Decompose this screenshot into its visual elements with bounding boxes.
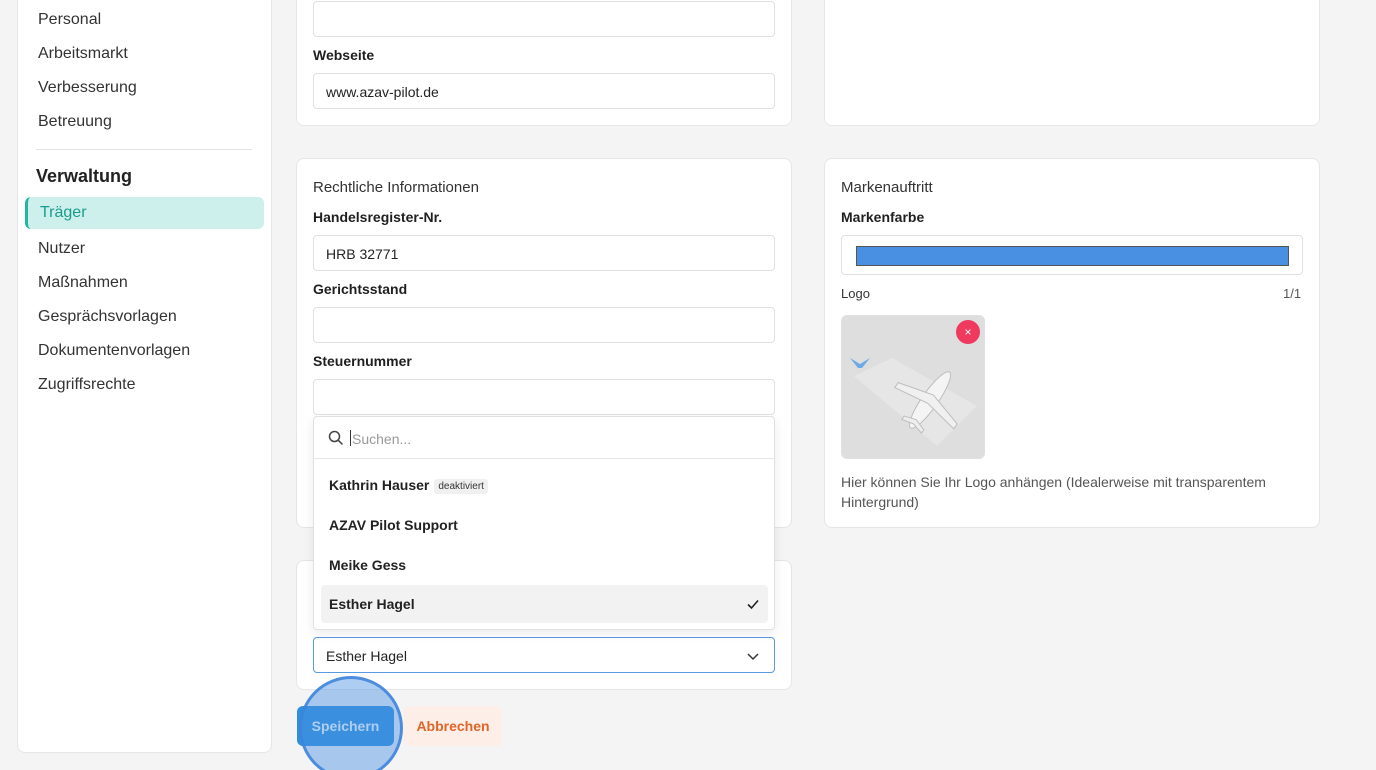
register-input[interactable]: HRB 32771 bbox=[313, 235, 775, 271]
sidebar-item-traeger[interactable]: Träger bbox=[25, 197, 264, 229]
dropdown-option[interactable]: Kathrin Hauser deaktiviert bbox=[321, 466, 768, 504]
logo-hint: Hier können Sie Ihr Logo anhängen (Ideal… bbox=[841, 474, 1266, 510]
logo-count: 1/1 bbox=[1283, 286, 1302, 301]
register-label: Handelsregister-Nr. bbox=[313, 209, 443, 225]
right-top-card bbox=[824, 0, 1320, 126]
brand-color-label: Markenfarbe bbox=[841, 209, 925, 225]
dropdown-search[interactable]: Suchen... bbox=[314, 417, 774, 459]
tax-label: Steuernummer bbox=[313, 353, 412, 369]
logo-label: Logo bbox=[841, 286, 870, 301]
sidebar-item-gespraechsvorlagen[interactable]: Gesprächsvorlagen bbox=[38, 308, 177, 326]
contact-person-select[interactable]: Esther Hagel bbox=[313, 637, 775, 673]
sidebar-item-label: Träger bbox=[40, 204, 87, 221]
select-value: Esther Hagel bbox=[326, 648, 407, 664]
search-placeholder: Suchen... bbox=[352, 431, 412, 447]
brand-title: Markenauftritt bbox=[841, 179, 933, 196]
sidebar-item-arbeitsmarkt[interactable]: Arbeitsmarkt bbox=[38, 45, 128, 63]
option-name: Kathrin Hauser bbox=[329, 477, 430, 493]
sidebar-item-personal[interactable]: Personal bbox=[38, 11, 101, 29]
check-icon bbox=[747, 599, 759, 610]
option-name: AZAV Pilot Support bbox=[329, 517, 458, 533]
text-cursor bbox=[350, 430, 351, 446]
option-name: Meike Gess bbox=[329, 557, 407, 573]
status-badge: deaktiviert bbox=[434, 479, 488, 494]
logo-remove-button[interactable]: × bbox=[956, 320, 980, 344]
option-name: Esther Hagel bbox=[329, 596, 415, 612]
chevron-down-icon bbox=[747, 653, 759, 661]
save-button[interactable]: Speichern bbox=[297, 706, 394, 746]
court-input[interactable] bbox=[313, 307, 775, 343]
contact-field-previous[interactable] bbox=[313, 1, 775, 37]
tax-input[interactable] bbox=[313, 379, 775, 415]
court-label: Gerichtsstand bbox=[313, 281, 408, 297]
legal-info-title: Rechtliche Informationen bbox=[313, 179, 479, 196]
sidebar-section-title: Verwaltung bbox=[36, 166, 133, 186]
sidebar-divider bbox=[36, 149, 252, 150]
sidebar: Personal Arbeitsmarkt Verbesserung Betre… bbox=[17, 0, 272, 753]
brand-color-input[interactable] bbox=[841, 235, 1303, 275]
search-icon bbox=[328, 430, 344, 446]
sidebar-item-betreuung[interactable]: Betreuung bbox=[38, 113, 112, 131]
sidebar-item-zugriffsrechte[interactable]: Zugriffsrechte bbox=[38, 376, 136, 394]
sidebar-item-massnahmen[interactable]: Maßnahmen bbox=[38, 274, 128, 292]
website-label: Webseite bbox=[313, 47, 375, 63]
dropdown-option[interactable]: Meike Gess bbox=[321, 546, 768, 584]
dropdown-option-selected[interactable]: Esther Hagel bbox=[321, 585, 768, 623]
website-input[interactable]: www.azav-pilot.de bbox=[313, 73, 775, 109]
sidebar-item-nutzer[interactable]: Nutzer bbox=[38, 240, 85, 258]
sidebar-item-verbesserung[interactable]: Verbesserung bbox=[38, 79, 137, 97]
sidebar-item-dokumentenvorlagen[interactable]: Dokumentenvorlagen bbox=[38, 342, 190, 360]
color-swatch bbox=[856, 246, 1289, 266]
select-dropdown: Suchen... Kathrin Hauser deaktiviert AZAV… bbox=[313, 416, 775, 630]
dropdown-option[interactable]: AZAV Pilot Support bbox=[321, 506, 768, 544]
cancel-button[interactable]: Abbrechen bbox=[404, 706, 502, 746]
